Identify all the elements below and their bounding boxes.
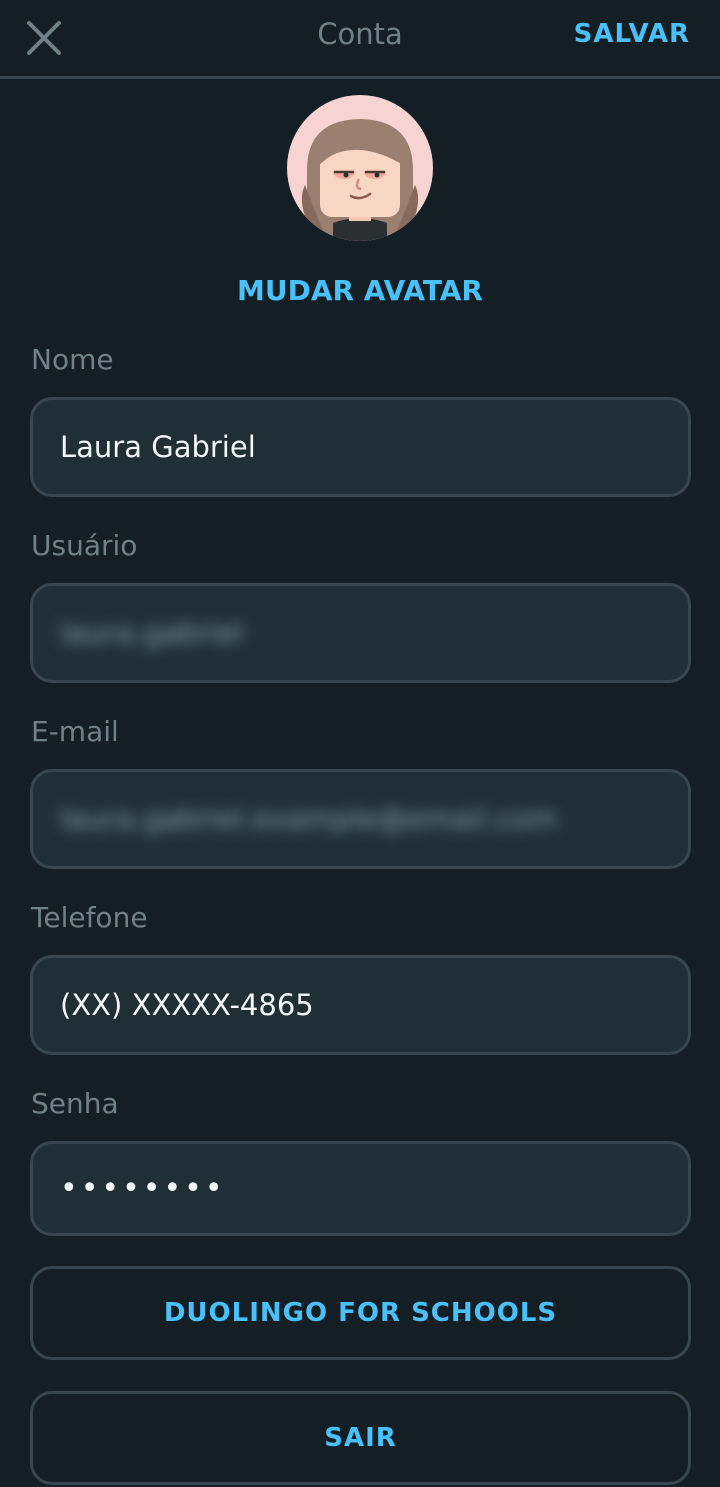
phone-label: Telefone	[31, 901, 148, 934]
password-label: Senha	[31, 1087, 119, 1120]
username-label: Usuário	[31, 529, 138, 562]
logout-button[interactable]: SAIR	[30, 1391, 691, 1485]
email-field[interactable]: laura.gabriel.example@email.com	[30, 769, 691, 869]
email-value: laura.gabriel.example@email.com	[60, 802, 558, 836]
phone-field[interactable]: (XX) XXXXX-4865	[30, 955, 691, 1055]
change-avatar-button[interactable]: MUDAR AVATAR	[0, 274, 720, 307]
phone-value: (XX) XXXXX-4865	[60, 988, 314, 1022]
name-field[interactable]: Laura Gabriel	[30, 397, 691, 497]
username-value: laura.gabriel	[60, 616, 244, 650]
save-button[interactable]: SALVAR	[574, 19, 690, 49]
avatar[interactable]	[287, 95, 433, 241]
name-label: Nome	[31, 343, 114, 376]
header-bar: Conta SALVAR	[0, 0, 720, 79]
duolingo-for-schools-button[interactable]: DUOLINGO FOR SCHOOLS	[30, 1266, 691, 1360]
password-field[interactable]: ••••••••	[30, 1141, 691, 1236]
username-field[interactable]: laura.gabriel	[30, 583, 691, 683]
name-value: Laura Gabriel	[60, 430, 256, 464]
avatar-illustration	[287, 95, 433, 241]
password-value: ••••••••	[60, 1171, 226, 1206]
email-label: E-mail	[31, 715, 119, 748]
